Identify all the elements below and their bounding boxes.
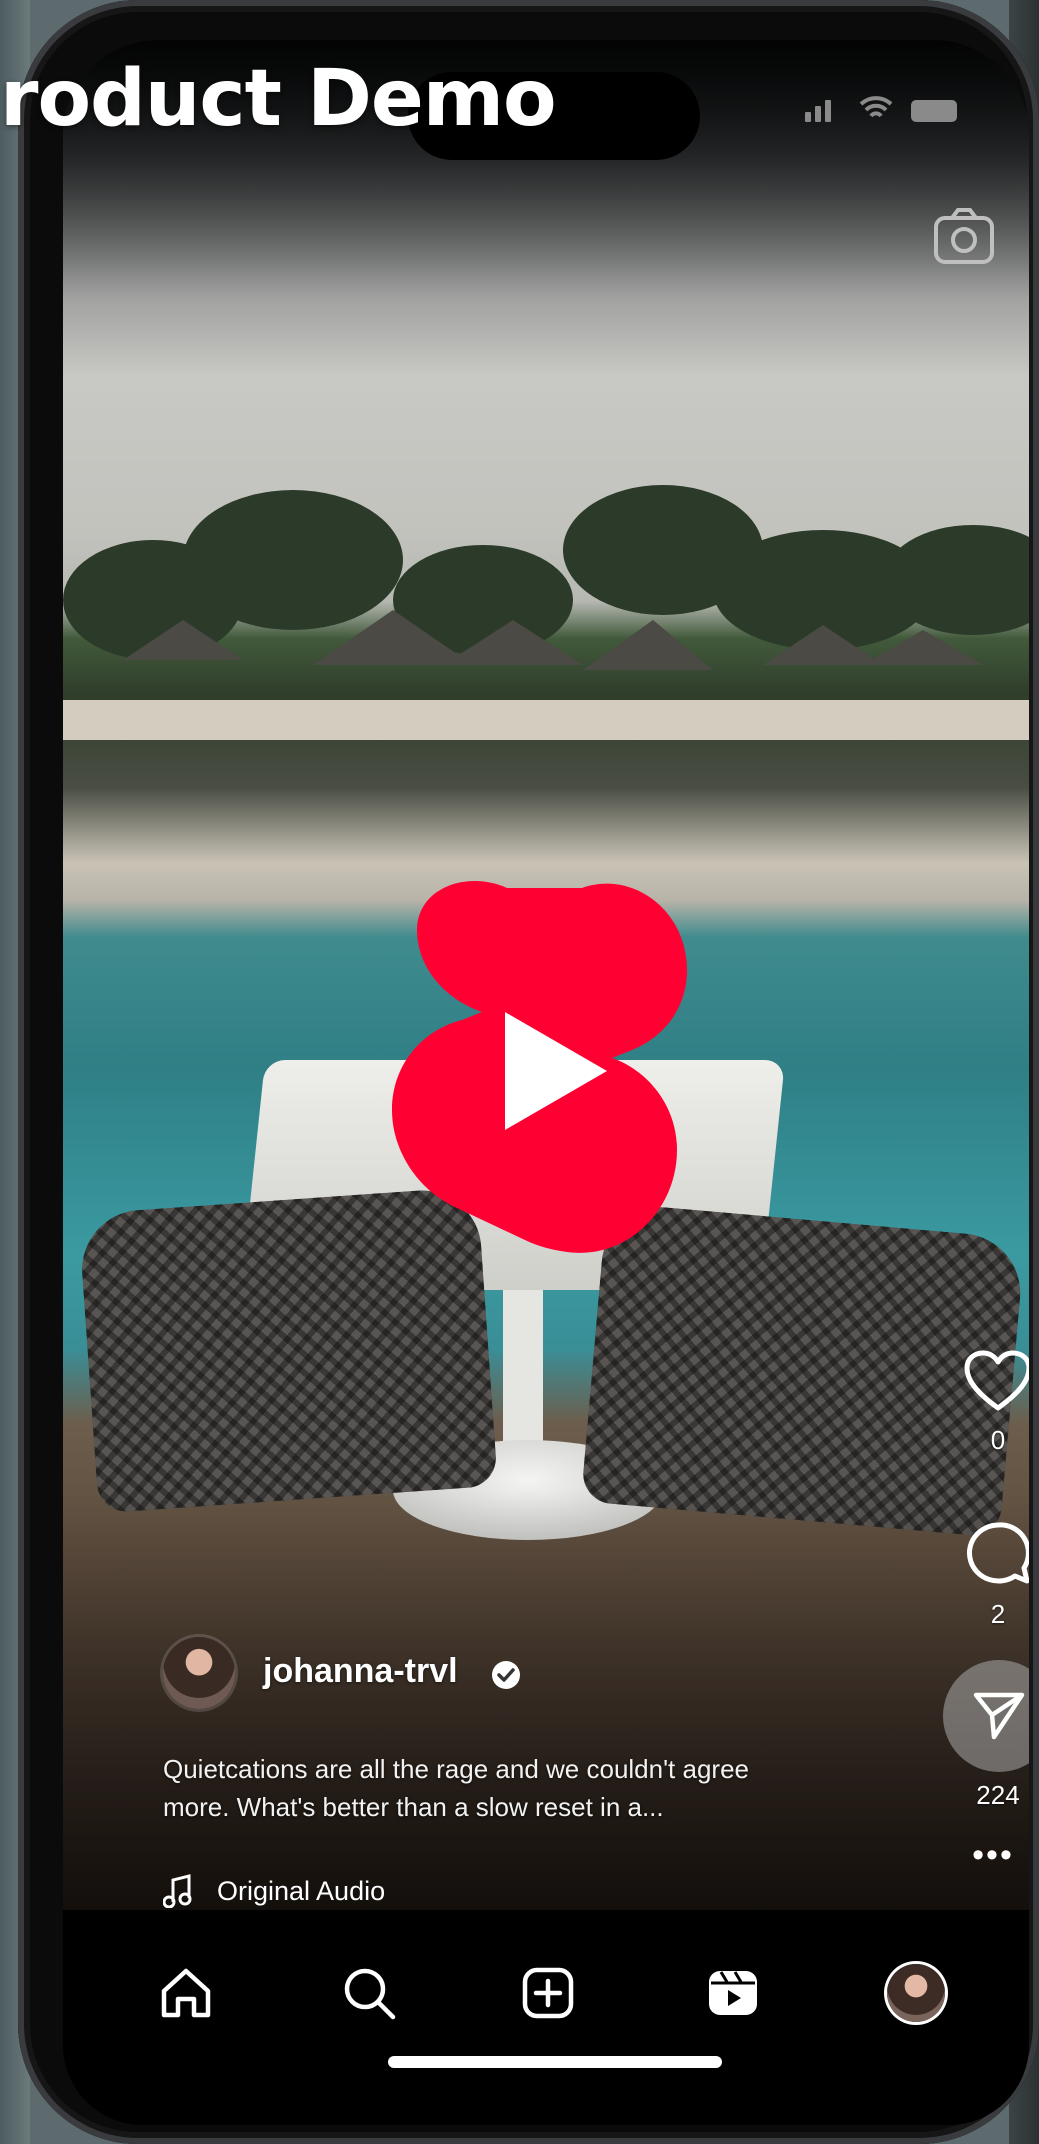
home-indicator[interactable] bbox=[388, 2056, 722, 2068]
tab-profile[interactable] bbox=[886, 1963, 946, 2023]
tab-search[interactable] bbox=[339, 1963, 399, 2023]
verified-badge-icon bbox=[492, 1661, 520, 1689]
home-icon bbox=[161, 1968, 211, 2018]
status-icons bbox=[805, 96, 957, 122]
bottom-tab-bar bbox=[63, 1910, 1029, 2125]
share-button[interactable] bbox=[943, 1660, 1029, 1772]
camera-icon[interactable] bbox=[928, 202, 1000, 274]
tab-home[interactable] bbox=[156, 1963, 216, 2023]
create-icon bbox=[522, 1967, 574, 2019]
comment-icon[interactable] bbox=[963, 1520, 1029, 1586]
tab-create[interactable] bbox=[518, 1963, 578, 2023]
caption-line-2: more. What's better than a slow reset in… bbox=[163, 1792, 664, 1822]
audio-label: Original Audio bbox=[217, 1875, 386, 1906]
share-count: 224 bbox=[976, 1780, 1020, 1810]
caption-line-1: Quietcations are all the rage and we cou… bbox=[163, 1754, 750, 1784]
palm-trees-scenery bbox=[63, 485, 1029, 740]
search-icon bbox=[344, 1968, 396, 2020]
profile-avatar bbox=[887, 1964, 945, 2022]
tab-reels[interactable] bbox=[703, 1963, 763, 2023]
more-options-icon[interactable]: ••• bbox=[963, 1838, 1023, 1872]
comment-count: 2 bbox=[990, 1599, 1006, 1629]
audio-track[interactable]: Original Audio bbox=[163, 1874, 385, 1908]
table-pedestal bbox=[503, 1290, 543, 1460]
like-count: 0 bbox=[990, 1425, 1006, 1455]
overlay-title: roduct Demo bbox=[0, 54, 557, 144]
post-caption[interactable]: Quietcations are all the rage and we cou… bbox=[163, 1750, 903, 1826]
music-note-icon bbox=[163, 1874, 192, 1908]
shorts-logo bbox=[392, 881, 687, 1253]
author-username[interactable]: johanna-trvl bbox=[263, 1652, 458, 1691]
like-action[interactable]: 0 bbox=[943, 1350, 1029, 1456]
share-action[interactable]: 224 bbox=[943, 1660, 1029, 1811]
author-avatar[interactable] bbox=[163, 1637, 235, 1709]
reels-icon bbox=[709, 1971, 757, 2015]
send-icon bbox=[973, 1692, 1025, 1740]
heart-icon[interactable] bbox=[963, 1350, 1029, 1412]
comment-action[interactable]: 2 bbox=[943, 1520, 1029, 1630]
